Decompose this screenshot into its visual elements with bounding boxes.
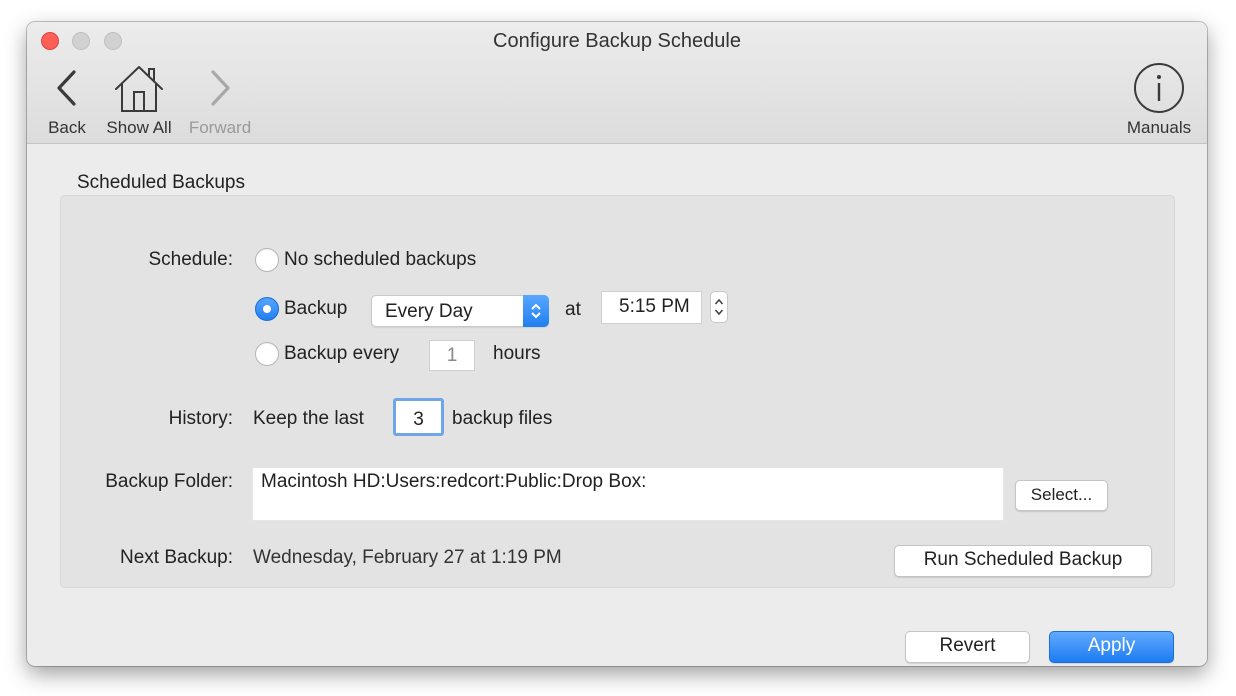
run-scheduled-backup-button[interactable]: Run Scheduled Backup: [894, 545, 1152, 577]
forward-label: Forward: [188, 118, 252, 137]
show-all-button[interactable]: Show All: [102, 62, 176, 138]
window-title: Configure Backup Schedule: [493, 30, 741, 52]
chevron-up-down-icon: [523, 295, 549, 327]
radio-no-scheduled-backups[interactable]: [255, 248, 279, 272]
manuals-button[interactable]: Manuals: [1121, 62, 1197, 138]
info-icon: [1121, 62, 1197, 114]
backup-folder-label: Backup Folder:: [105, 471, 233, 492]
backup-option-label: Backup: [284, 298, 348, 319]
select-folder-button[interactable]: Select...: [1015, 480, 1108, 511]
time-field[interactable]: 5:15 PM: [601, 291, 702, 324]
chevron-right-icon: [185, 62, 255, 114]
title-bar: Configure Backup Schedule Back Show All: [27, 22, 1207, 144]
back-label: Back: [48, 118, 86, 137]
radio-backup-every[interactable]: [255, 342, 279, 366]
keep-last-label: Keep the last: [253, 408, 364, 429]
history-label: History:: [168, 408, 233, 429]
hours-label: hours: [493, 343, 541, 364]
revert-button[interactable]: Revert: [905, 631, 1030, 663]
forward-button[interactable]: Forward: [185, 62, 255, 138]
next-backup-label: Next Backup:: [120, 547, 233, 568]
next-backup-value: Wednesday, February 27 at 1:19 PM: [253, 547, 562, 568]
frequency-select[interactable]: Every Day: [371, 295, 549, 327]
content-area: Scheduled Backups Schedule: No scheduled…: [27, 145, 1207, 666]
at-label: at: [565, 299, 581, 320]
frequency-select-value: Every Day: [385, 301, 473, 322]
configure-backup-window: Configure Backup Schedule Back Show All: [27, 22, 1207, 666]
house-icon: [102, 62, 176, 114]
history-count-field[interactable]: 3: [393, 398, 444, 436]
backup-folder-path: Macintosh HD:Users:redcort:Public:Drop B…: [252, 467, 1004, 521]
no-scheduled-backups-label: No scheduled backups: [284, 249, 477, 270]
schedule-label: Schedule:: [148, 249, 233, 270]
time-stepper[interactable]: [710, 291, 728, 323]
backup-every-label: Backup every: [284, 343, 400, 364]
apply-button[interactable]: Apply: [1049, 631, 1174, 663]
manuals-label: Manuals: [1126, 118, 1192, 137]
chevron-left-icon: [45, 62, 89, 114]
back-button[interactable]: Back: [45, 62, 89, 138]
show-all-label: Show All: [106, 118, 172, 137]
stepper-arrows-icon: [714, 298, 724, 316]
hours-field[interactable]: 1: [429, 340, 475, 371]
backup-files-label: backup files: [452, 408, 553, 429]
radio-backup-daily[interactable]: [255, 297, 279, 321]
group-title: Scheduled Backups: [77, 172, 245, 193]
